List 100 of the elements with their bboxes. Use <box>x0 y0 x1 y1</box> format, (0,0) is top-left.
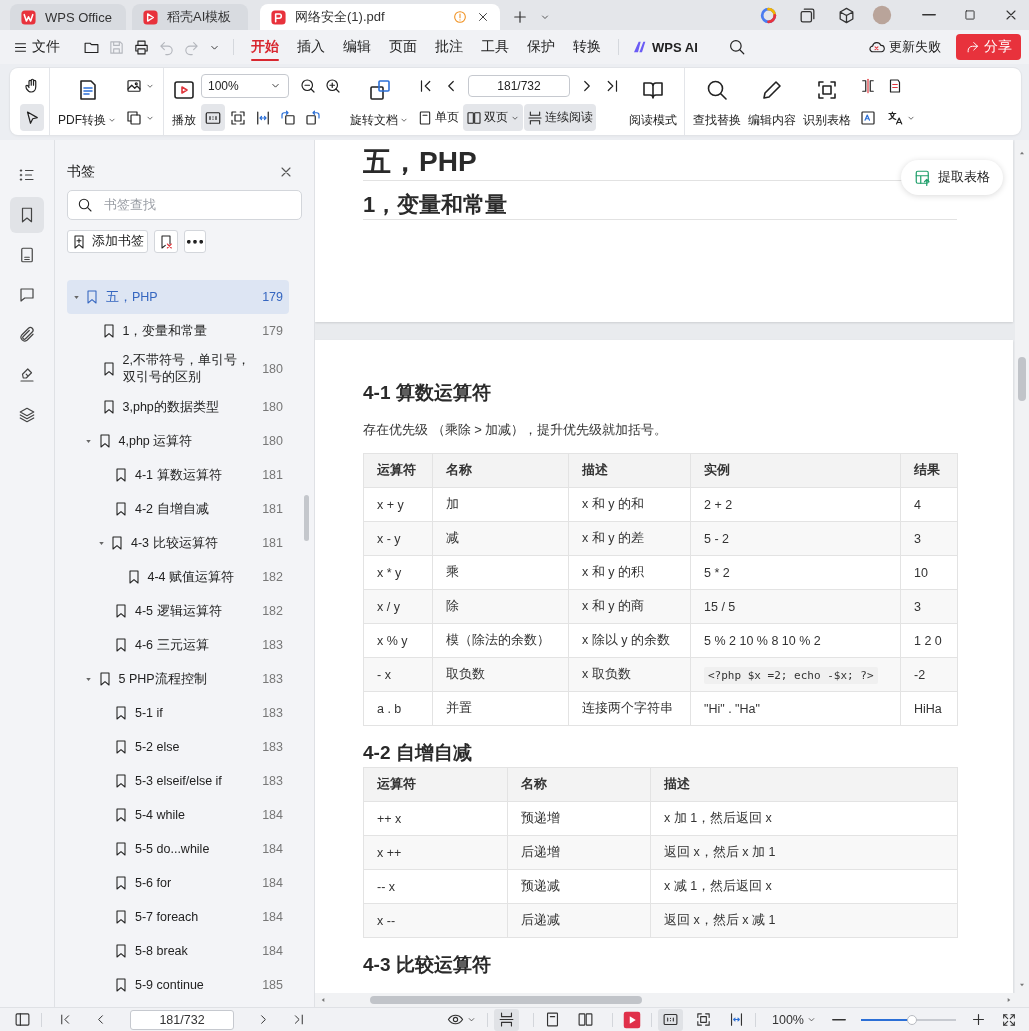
vertical-scrollbar[interactable] <box>1015 140 1029 993</box>
page-number-field[interactable]: 181/732 <box>130 1009 234 1030</box>
bookmark-item[interactable]: 5-3 elseif/else if 183 <box>67 764 289 798</box>
bookmark-item[interactable]: 4-4 赋值运算符 182 <box>67 560 289 594</box>
pencil-button[interactable]: 编辑内容 <box>746 71 798 132</box>
horizontal-scrollbar[interactable] <box>315 993 1029 1007</box>
bookmark-item[interactable]: 5 PHP流程控制 183 <box>67 662 289 696</box>
actual-size-button[interactable] <box>658 1008 683 1031</box>
column-header: 名称 <box>432 453 569 488</box>
scrollbar-thumb[interactable] <box>370 996 642 1004</box>
document-tab[interactable]: 网络安全(1).pdf <box>260 4 500 30</box>
scroll-left-icon[interactable] <box>319 996 327 1004</box>
menu-tab[interactable]: 编辑 <box>334 30 380 64</box>
actual-size-button[interactable] <box>201 104 225 131</box>
ai-button[interactable]: WPS AI <box>627 33 703 61</box>
table-cell: 并置 <box>432 691 569 726</box>
extract-table-button[interactable]: 提取表格 <box>901 160 1003 195</box>
bookmark-search-field[interactable]: 书签查找 <box>67 190 302 220</box>
continuous-page-view-button[interactable] <box>494 1008 519 1031</box>
add-bookmark-icon <box>71 233 87 250</box>
table-cell: 预递减 <box>507 869 651 904</box>
continuous-page-button[interactable]: 连续阅读 <box>524 104 596 131</box>
table-cell: x 和 y 的商 <box>568 589 691 624</box>
menu-tab[interactable]: 保护 <box>518 30 564 64</box>
bookmark-item[interactable]: 4-3 比较运算符 181 <box>67 526 289 560</box>
bookmark-item[interactable]: 5-4 while 184 <box>67 798 289 832</box>
bookmark-item[interactable]: 4-5 逻辑运算符 182 <box>67 594 289 628</box>
close-icon[interactable] <box>476 10 490 24</box>
colorful-ring-icon <box>759 5 778 25</box>
table-cell: 减 <box>432 521 569 556</box>
bookmark-icon <box>113 943 129 959</box>
document-tab[interactable]: 稻壳AI模板 <box>132 4 248 30</box>
zoom-select[interactable]: 100% <box>768 1008 821 1031</box>
scroll-right-icon[interactable] <box>1005 996 1013 1004</box>
bookmark-item[interactable]: 4-6 三元运算 183 <box>67 628 289 662</box>
bookmark-icon <box>113 603 129 619</box>
book-button[interactable]: 阅读模式 <box>627 71 679 132</box>
table-cell: x + y <box>363 487 433 522</box>
page-icon <box>18 246 36 264</box>
bookmark-item[interactable]: 1，变量和常量 179 <box>67 314 289 348</box>
bookmark-item[interactable]: 4-1 算数运算符 181 <box>67 458 289 492</box>
scrollbar-thumb[interactable] <box>1018 357 1026 401</box>
page-number: 183 <box>261 638 283 652</box>
bookmark-item[interactable]: 5-1 if 183 <box>67 696 289 730</box>
paragraph: 存在优先级 （乘除 > 加减），提升优先级就加括号。 <box>363 421 669 439</box>
paperclip-icon <box>18 326 36 344</box>
bookmark-item[interactable]: 3,php的数据类型 180 <box>67 390 289 424</box>
bookmark-item[interactable]: 五，PHP 179 <box>67 280 289 314</box>
slider-thumb[interactable] <box>907 1014 918 1025</box>
continuous-page-icon <box>498 1011 515 1028</box>
table-cell: 除 <box>432 589 569 624</box>
bookmark-item[interactable]: 5-7 foreach 184 <box>67 900 289 934</box>
more-button[interactable] <box>184 230 206 253</box>
page-number: 183 <box>261 706 283 720</box>
bookmark-icon <box>113 773 129 789</box>
table-cell: x 和 y 的和 <box>568 487 691 522</box>
document-button[interactable]: PDF转换 <box>56 71 119 132</box>
table-cell: x 取负数 <box>568 657 691 692</box>
zoom-select[interactable]: 100% <box>201 73 289 98</box>
table-cell: 后递增 <box>507 835 651 870</box>
document-tab[interactable]: WPS Office <box>10 4 126 30</box>
scroll-down-icon[interactable] <box>1018 981 1026 989</box>
bookmark-item[interactable]: 5-8 break 184 <box>67 934 289 968</box>
scroll-up-icon[interactable] <box>1018 149 1026 157</box>
menu-tab[interactable]: 页面 <box>380 30 426 64</box>
scrollbar-thumb[interactable] <box>304 495 309 541</box>
single-page-button[interactable]: 单页 <box>414 104 462 131</box>
search-button[interactable]: 查找替换 <box>691 71 743 132</box>
table-cell: 4 <box>900 487 958 522</box>
arrow-pointer-button[interactable] <box>20 104 44 131</box>
share-button[interactable]: 分享 <box>956 34 1021 60</box>
delete-bookmark-button[interactable] <box>154 230 178 253</box>
table-cell: HiHa <box>900 691 958 726</box>
pdf-logo-icon <box>270 8 287 26</box>
table-frame-button[interactable]: 识别表格 <box>801 71 853 132</box>
rotate-document-button[interactable]: 旋转文档 <box>348 71 411 132</box>
play-button[interactable]: 播放 <box>170 71 198 132</box>
add-bookmark-button[interactable]: 添加书签 <box>67 230 148 253</box>
menu-tab[interactable]: 批注 <box>426 30 472 64</box>
page-number: 184 <box>261 808 283 822</box>
bookmark-item[interactable]: 5-5 do...while 184 <box>67 832 289 866</box>
rotate-left-icon <box>279 108 297 127</box>
menu-tab[interactable]: 转换 <box>564 30 610 64</box>
menu-tab[interactable]: 插入 <box>288 30 334 64</box>
double-page-button[interactable]: 双页 <box>463 104 523 131</box>
menu-tab[interactable]: 工具 <box>472 30 518 64</box>
update-status-button[interactable]: 更新失败 <box>863 33 946 61</box>
page-number: 183 <box>261 774 283 788</box>
page-number-field[interactable]: 181/732 <box>468 74 570 97</box>
copy-icon <box>125 108 143 127</box>
bookmark-item[interactable]: 4-2 自增自减 181 <box>67 492 289 526</box>
bookmark-panel-button[interactable] <box>10 197 44 233</box>
bookmark-item[interactable]: 5-6 for 184 <box>67 866 289 900</box>
bookmark-item[interactable]: 5-9 continue 185 <box>67 968 289 1002</box>
table-cell: - x <box>363 657 433 692</box>
column-header: 运算符 <box>363 453 433 488</box>
file-menu-button[interactable]: 文件 <box>8 33 65 61</box>
bookmark-item[interactable]: 4,php 运算符 180 <box>67 424 289 458</box>
bookmark-item[interactable]: 5-2 else 183 <box>67 730 289 764</box>
menu-tab[interactable]: 开始 <box>242 30 288 64</box>
